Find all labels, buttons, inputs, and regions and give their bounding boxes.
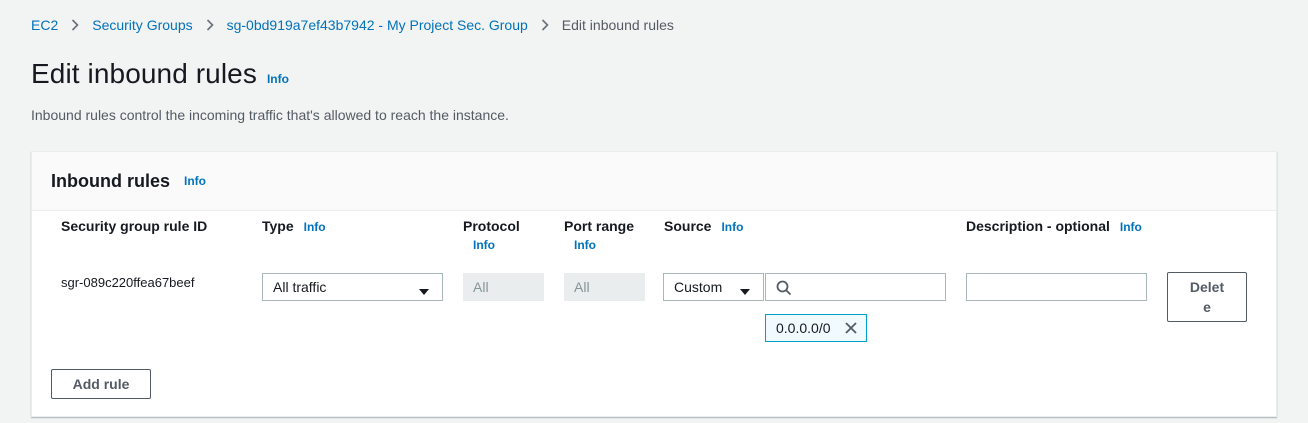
source-token-value: 0.0.0.0/0 (776, 320, 831, 336)
protocol-field: All (463, 273, 544, 301)
panel-info-link[interactable]: Info (184, 174, 206, 188)
column-source: Source Info (664, 218, 743, 234)
column-protocol-label: Protocol (463, 218, 520, 234)
panel-header: Inbound rules Info (32, 152, 1276, 211)
type-info-link[interactable]: Info (304, 220, 326, 234)
column-source-label: Source (664, 218, 712, 234)
breadcrumb: EC2 Security Groups sg-0bd919a7ef43b7942… (31, 16, 674, 34)
protocol-info-link[interactable]: Info (473, 238, 520, 252)
breadcrumb-security-groups[interactable]: Security Groups (92, 17, 192, 33)
search-icon (776, 280, 792, 301)
type-select[interactable]: All traffic (262, 273, 443, 301)
column-port-range: Port range Info (564, 218, 634, 252)
source-search-input[interactable] (765, 273, 946, 301)
breadcrumb-current: Edit inbound rules (561, 17, 674, 33)
close-icon[interactable] (844, 321, 858, 338)
source-type-select[interactable]: Custom (663, 273, 764, 301)
panel-title: Inbound rules (51, 170, 170, 191)
source-info-link[interactable]: Info (721, 220, 743, 234)
chevron-right-icon (541, 19, 549, 31)
delete-button-label-line2: e (1203, 299, 1211, 315)
breadcrumb-ec2[interactable]: EC2 (31, 17, 58, 33)
column-rule-id-label: Security group rule ID (61, 218, 208, 234)
page-info-link[interactable]: Info (267, 72, 289, 86)
column-type: Type Info (262, 218, 326, 234)
column-protocol: Protocol Info (463, 218, 520, 252)
add-rule-button[interactable]: Add rule (51, 369, 151, 399)
column-port-range-label: Port range (564, 218, 635, 234)
port-range-value: All (574, 279, 590, 295)
page-description: Inbound rules control the incoming traff… (31, 107, 509, 123)
chevron-right-icon (206, 19, 214, 31)
column-description: Description - optional Info (966, 218, 1142, 234)
description-input[interactable] (966, 273, 1147, 301)
page-title: Edit inbound rules (31, 58, 257, 89)
column-type-label: Type (262, 218, 294, 234)
source-token: 0.0.0.0/0 (765, 314, 867, 342)
protocol-value: All (473, 279, 489, 295)
delete-button[interactable]: Delet e (1167, 272, 1247, 322)
breadcrumb-security-group[interactable]: sg-0bd919a7ef43b7942 - My Project Sec. G… (227, 17, 528, 33)
page-header: Edit inbound rules Info (31, 58, 289, 90)
port-range-field: All (564, 273, 645, 301)
source-type-value: Custom (674, 279, 723, 295)
port-range-info-link[interactable]: Info (574, 238, 634, 252)
caret-down-icon (418, 283, 430, 299)
chevron-right-icon (71, 19, 79, 31)
rule-id-value: sgr-089c220ffea67beef (61, 275, 195, 290)
column-description-label: Description - optional (966, 218, 1110, 234)
inbound-rules-panel: Inbound rules Info Security group rule I… (31, 151, 1277, 417)
description-info-link[interactable]: Info (1120, 220, 1142, 234)
column-rule-id: Security group rule ID (61, 218, 207, 234)
caret-down-icon (739, 283, 751, 299)
type-select-value: All traffic (273, 279, 327, 295)
add-rule-button-label: Add rule (72, 376, 130, 392)
delete-button-label-line1: Delet (1189, 279, 1225, 295)
